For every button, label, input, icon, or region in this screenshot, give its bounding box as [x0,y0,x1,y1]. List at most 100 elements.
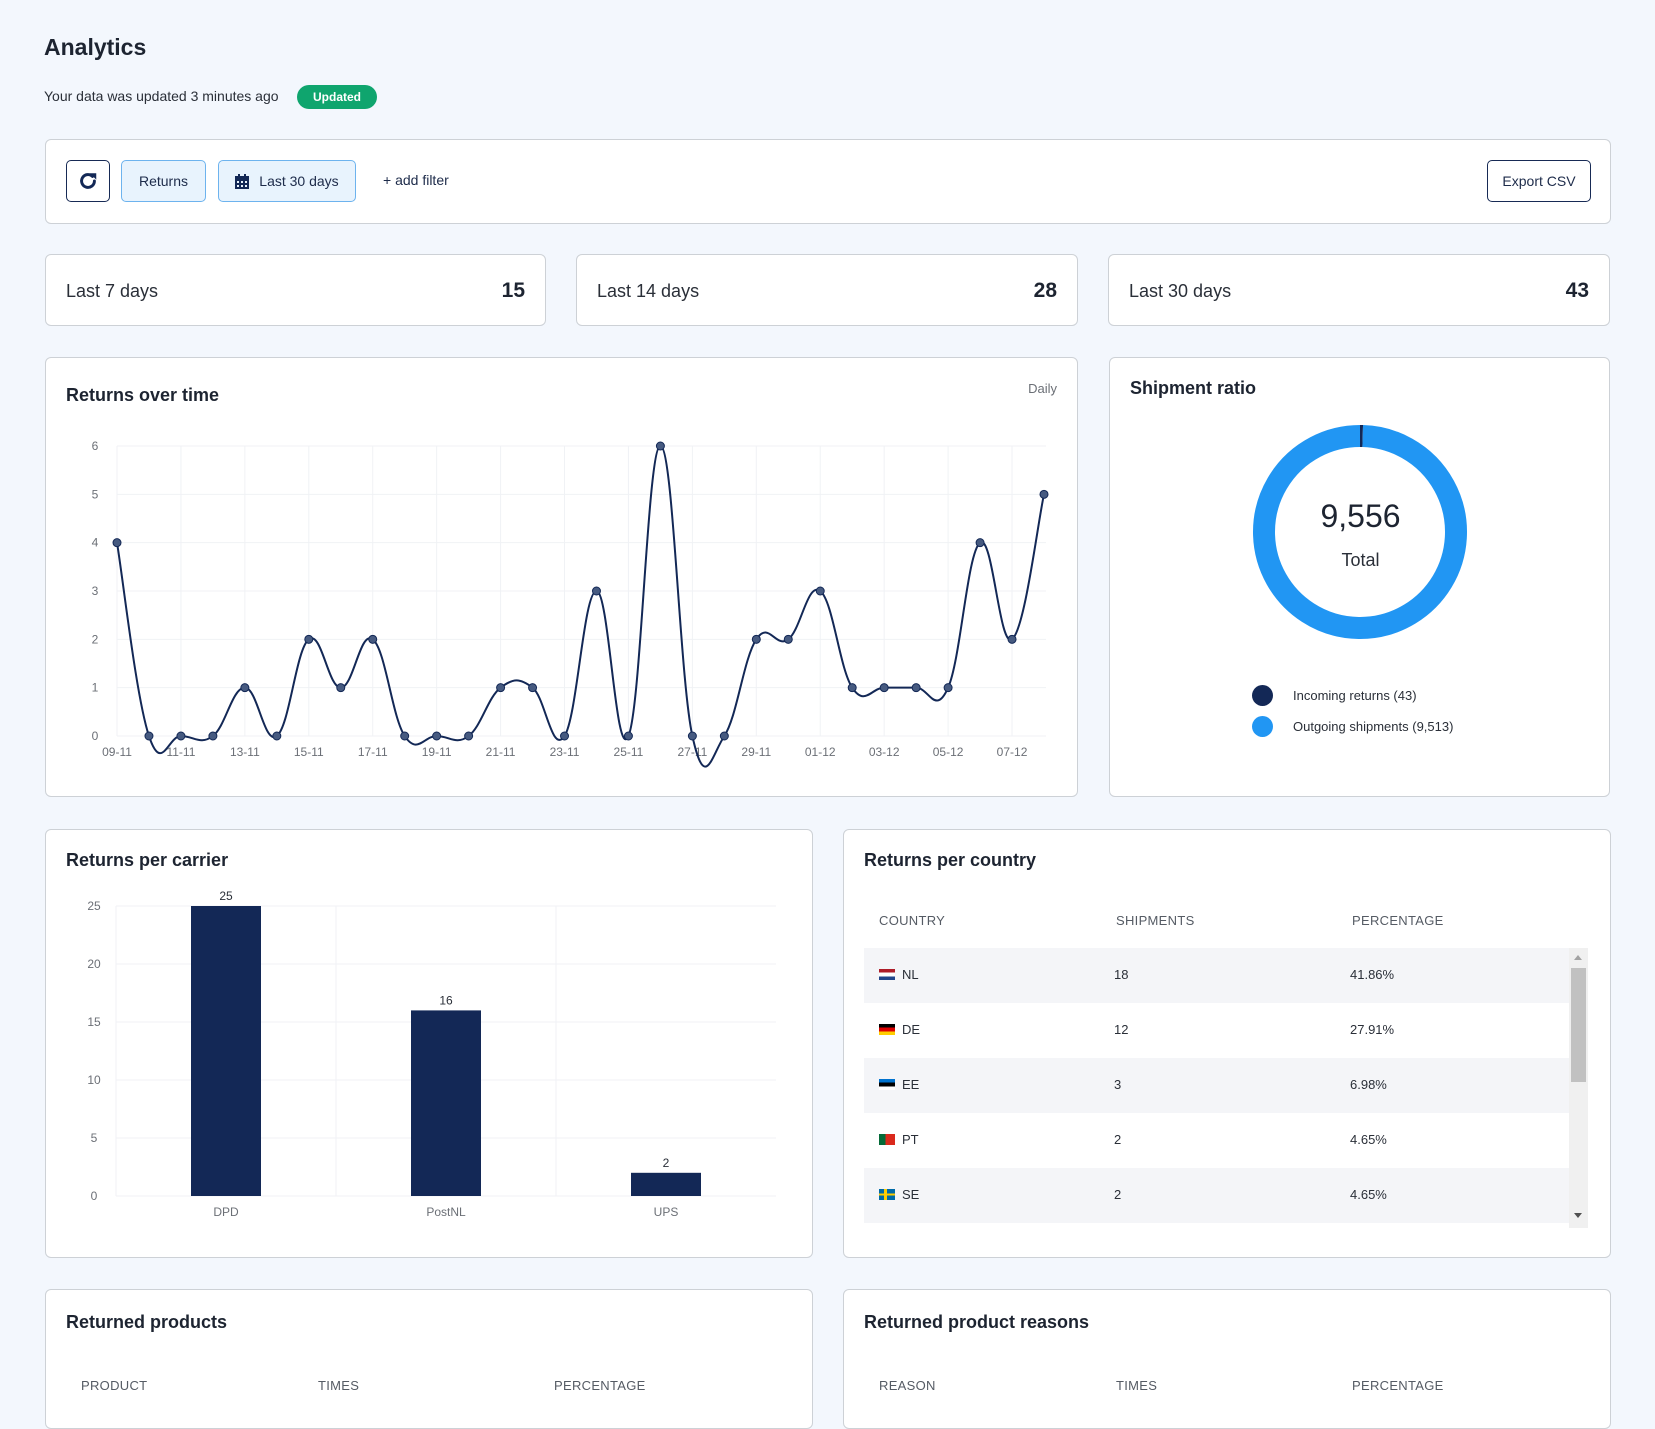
refresh-button[interactable] [66,160,110,202]
data-point-30-11[interactable] [784,635,792,643]
donut-center-value: 9,556 [1110,498,1611,535]
y-tick-label: 3 [92,584,99,598]
data-point-16-11[interactable] [337,684,345,692]
bar-value-label: 2 [663,1156,670,1170]
scrollbar[interactable] [1569,948,1588,1228]
data-point-18-11[interactable] [401,732,409,740]
data-point-07-12[interactable] [1008,635,1016,643]
data-point-14-11[interactable] [273,732,281,740]
percentage-value: 41.86% [1350,967,1394,982]
column-header-times: TIMES [318,1378,359,1393]
returned-reasons-card: Returned product reasons REASON TIMES PE… [843,1289,1611,1429]
add-filter-link[interactable]: + add filter [383,172,449,188]
data-point-29-11[interactable] [752,635,760,643]
y-tick-label: 1 [92,681,99,695]
column-header-shipments: SHIPMENTS [1116,913,1195,928]
country-code: EE [902,1077,919,1092]
update-status-text: Your data was updated 3 minutes ago [44,88,279,104]
country-code: PT [902,1132,919,1147]
data-point-09-11[interactable] [113,539,121,547]
data-point-02-12[interactable] [848,684,856,692]
y-tick-label: 2 [92,632,99,646]
percentage-value: 4.65% [1350,1132,1387,1147]
flag-nl-icon [879,969,895,980]
table-row: SE 2 4.65% [864,1168,1569,1223]
x-tick-label: 21-11 [486,745,516,759]
data-point-12-11[interactable] [209,732,217,740]
card-title: Returned products [66,1312,227,1333]
legend-swatch-outgoing [1252,716,1273,737]
flag-se-icon [879,1189,895,1200]
y-tick-label: 4 [92,536,99,550]
data-point-21-11[interactable] [497,684,505,692]
returns-filter-button[interactable]: Returns [121,160,206,202]
data-point-23-11[interactable] [561,732,569,740]
data-point-28-11[interactable] [720,732,728,740]
data-point-15-11[interactable] [305,635,313,643]
y-tick-label: 0 [92,729,99,743]
x-tick-label: PostNL [426,1205,466,1219]
column-header-product: PRODUCT [81,1378,147,1393]
shipments-count: 2 [1114,1187,1121,1202]
bar-postnl[interactable] [411,1010,481,1196]
table-row: EE36.98% [864,1058,1569,1113]
percentage-value: 4.65% [1350,1187,1387,1202]
x-tick-label: DPD [213,1205,239,1219]
x-tick-label: 17-11 [358,745,388,759]
scroll-up-arrow[interactable] [1574,955,1582,960]
data-point-01-12[interactable] [816,587,824,595]
returns-per-country-card: Returns per country COUNTRY SHIPMENTS PE… [843,829,1611,1258]
stat-label: Last 14 days [597,281,699,302]
returns-over-time-card: Returns over time Daily 012345609-1111-1… [45,357,1078,797]
data-point-03-12[interactable] [880,684,888,692]
export-csv-button[interactable]: Export CSV [1487,160,1591,202]
data-point-22-11[interactable] [529,684,537,692]
bar-ups[interactable] [631,1173,701,1196]
x-tick-label: UPS [654,1205,679,1219]
data-point-26-11[interactable] [656,442,664,450]
date-range-button[interactable]: Last 30 days [218,160,356,202]
data-point-20-11[interactable] [465,732,473,740]
y-tick-label: 20 [87,957,101,971]
data-point-11-11[interactable] [177,732,185,740]
stat-label: Last 30 days [1129,281,1231,302]
scroll-down-arrow[interactable] [1574,1213,1582,1218]
x-tick-label: 29-11 [741,745,771,759]
data-point-25-11[interactable] [624,732,632,740]
column-header-country: COUNTRY [879,913,945,928]
data-point-24-11[interactable] [592,587,600,595]
y-tick-label: 5 [91,1131,98,1145]
data-point-04-12[interactable] [912,684,920,692]
line-chart: 012345609-1111-1113-1115-1117-1119-1121-… [46,358,1079,798]
stat-card-30-days: Last 30 days 43 [1108,254,1610,326]
bar-value-label: 25 [219,889,233,903]
data-point-05-12[interactable] [944,684,952,692]
x-tick-label: 05-12 [933,745,964,759]
returns-filter-label: Returns [139,173,188,189]
data-point-17-11[interactable] [369,635,377,643]
column-header-percentage: PERCENTAGE [1352,913,1444,928]
bar-dpd[interactable] [191,906,261,1196]
data-point-13-11[interactable] [241,684,249,692]
x-tick-label: 13-11 [230,745,260,759]
shipments-count: 18 [1114,967,1128,982]
filter-bar: Returns Last 30 days + add filter Export… [45,139,1611,224]
y-tick-label: 25 [87,899,101,913]
donut-center-label: Total [1110,550,1611,571]
data-point-10-11[interactable] [145,732,153,740]
country-code: SE [902,1187,919,1202]
data-point-06-12[interactable] [976,539,984,547]
column-header-reason: REASON [879,1378,936,1393]
x-tick-label: 15-11 [294,745,324,759]
export-csv-label: Export CSV [1502,173,1575,189]
x-tick-label: 11-11 [166,745,195,759]
x-tick-label: 27-11 [677,745,707,759]
data-point-27-11[interactable] [688,732,696,740]
scrollbar-thumb[interactable] [1571,968,1586,1082]
data-point-08-12[interactable] [1040,490,1048,498]
stat-value: 28 [1034,279,1057,303]
data-point-19-11[interactable] [433,732,441,740]
y-tick-label: 0 [91,1189,98,1203]
card-title: Returned product reasons [864,1312,1089,1333]
x-tick-label: 07-12 [997,745,1028,759]
